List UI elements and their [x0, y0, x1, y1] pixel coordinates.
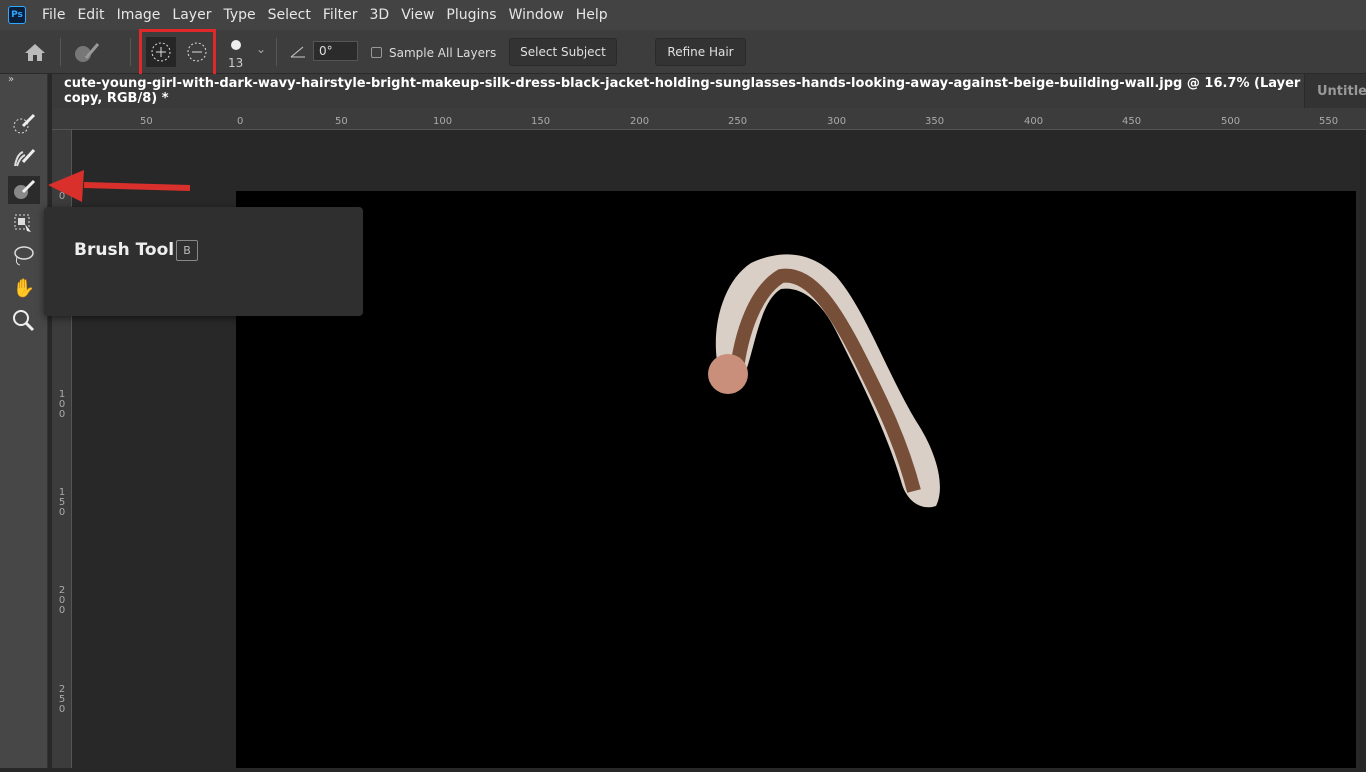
home-icon[interactable] [24, 42, 46, 62]
quick-selection-preset-icon[interactable] [72, 40, 102, 64]
document-tab-untitled[interactable]: Untitled [1304, 74, 1366, 108]
options-bar: 13 ⌄ 0° Sample All Layers Select Subject… [0, 29, 1366, 79]
ruler-label: 50 [335, 116, 348, 127]
document-tab-bar: cute-young-girl-with-dark-wavy-hairstyle… [52, 74, 1366, 108]
sample-all-layers-label: Sample All Layers [389, 46, 497, 60]
brush-mask-icon [14, 179, 36, 199]
quick-selection-tool[interactable] [8, 110, 40, 138]
refine-hair-button[interactable]: Refine Hair [655, 38, 746, 66]
red-arrow-annotation [48, 170, 191, 202]
tools-panel: » ✋ [0, 74, 48, 768]
select-subject-button[interactable]: Select Subject [509, 38, 617, 66]
brush-preview-icon[interactable] [231, 40, 241, 50]
menu-edit[interactable]: Edit [77, 7, 104, 23]
menu-view[interactable]: View [401, 7, 434, 23]
menu-plugins[interactable]: Plugins [446, 7, 496, 23]
angle-icon [290, 46, 305, 58]
ruler-label: 350 [925, 116, 945, 127]
menu-select[interactable]: Select [268, 7, 311, 23]
hand-tool[interactable]: ✋ [8, 274, 40, 302]
menu-help[interactable]: Help [576, 7, 608, 23]
brush-strokes-icon [14, 148, 36, 167]
document-canvas[interactable] [236, 191, 1356, 768]
menu-type[interactable]: Type [223, 7, 255, 23]
ruler-label: 550 [1319, 116, 1339, 127]
ruler-label: 150 [58, 487, 66, 518]
lasso-tool[interactable] [8, 242, 40, 270]
selection-mode-highlight [139, 29, 216, 79]
brush-picker-chevron-icon[interactable]: ⌄ [256, 42, 266, 56]
ruler-label: 200 [58, 585, 66, 616]
hand-icon: ✋ [12, 277, 36, 299]
menu-3d[interactable]: 3D [370, 7, 390, 23]
menu-filter[interactable]: Filter [323, 7, 358, 23]
document-tab-active[interactable]: cute-young-girl-with-dark-wavy-hairstyle… [64, 74, 1366, 108]
object-selection-tool[interactable] [8, 210, 40, 238]
zoom-tool[interactable] [8, 306, 40, 334]
lasso-icon [14, 246, 34, 266]
object-selection-brush-tool[interactable] [8, 144, 40, 172]
menu-file[interactable]: File [42, 7, 65, 23]
ruler-label: 150 [531, 116, 551, 127]
menu-window[interactable]: Window [509, 7, 564, 23]
ruler-label: 0 [237, 116, 244, 127]
ruler-label: 50 [140, 116, 153, 127]
ruler-label: 400 [1024, 116, 1044, 127]
brush-tool-active[interactable] [8, 176, 40, 204]
masked-hair-image [708, 254, 940, 508]
brush-size: 13 [228, 56, 244, 70]
menu-image[interactable]: Image [117, 7, 161, 23]
sample-all-layers-checkbox[interactable] [371, 47, 382, 58]
tab-title: cute-young-girl-with-dark-wavy-hairstyle… [64, 76, 1314, 106]
zoom-icon [13, 310, 35, 332]
ruler-label: 100 [433, 116, 453, 127]
ruler-label: 450 [1122, 116, 1142, 127]
ruler-label: 500 [1221, 116, 1241, 127]
brush-tool-tooltip: Brush Tool B [44, 207, 363, 316]
ruler-label: 250 [728, 116, 748, 127]
photoshop-logo: Ps [8, 6, 26, 24]
tooltip-shortcut: B [176, 240, 198, 261]
menu-layer[interactable]: Layer [172, 7, 211, 23]
object-selection-icon [14, 214, 31, 232]
quick-selection-icon [13, 113, 36, 134]
ruler-label: 250 [58, 684, 66, 715]
tooltip-title: Brush Tool [74, 240, 175, 260]
menu-bar: Ps File Edit Image Layer Type Select Fil… [0, 0, 1366, 30]
ruler-label: 300 [827, 116, 847, 127]
horizontal-ruler: 50 0 50 100 150 200 250 300 350 400 450 … [52, 108, 1366, 130]
angle-input[interactable]: 0° [313, 41, 358, 61]
collapse-panel-icon[interactable]: » [8, 74, 14, 85]
ruler-label: 100 [58, 389, 66, 420]
ruler-label: 200 [630, 116, 650, 127]
